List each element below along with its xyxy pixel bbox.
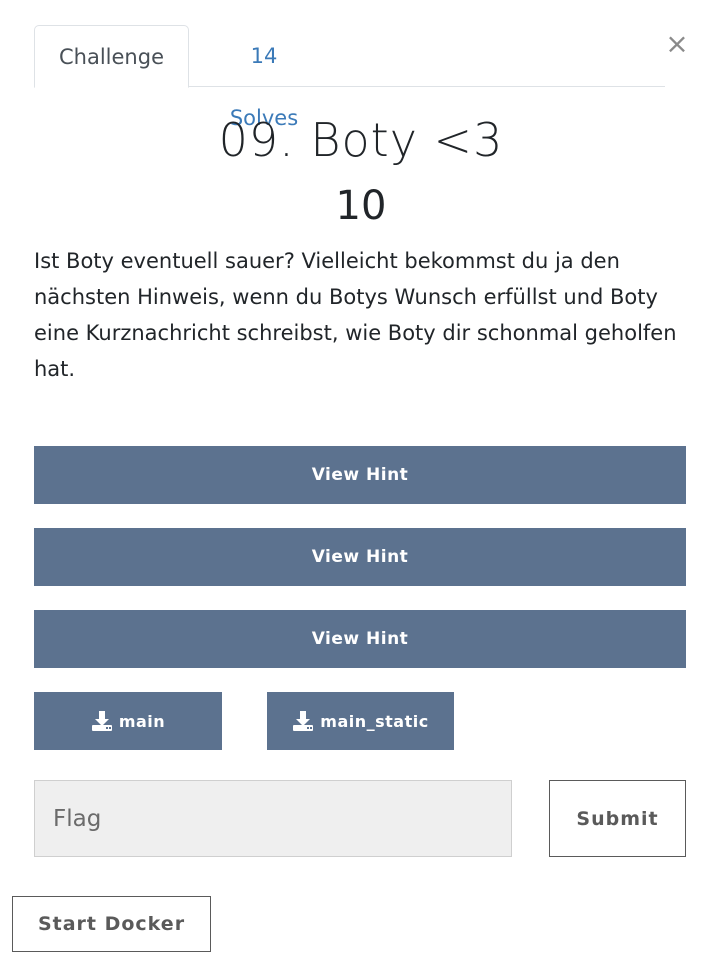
flag-input[interactable] (34, 780, 512, 857)
challenge-title: 09. Boty <3 (218, 113, 504, 167)
download-icon (293, 711, 314, 731)
file-label: main_static (320, 711, 429, 731)
submit-button[interactable]: Submit (549, 780, 686, 857)
view-hint-button-2[interactable]: View Hint (34, 528, 686, 586)
file-download-main[interactable]: main (34, 692, 222, 750)
challenge-modal: × Challenge 14 Solves 09. Boty <3 10 Ist… (0, 0, 709, 970)
tab-solves[interactable]: 14 Solves (214, 25, 314, 130)
view-hint-button-1[interactable]: View Hint (34, 446, 686, 504)
challenge-description: Ist Boty eventuell sauer? Vielleicht bek… (34, 249, 677, 381)
file-download-main-static[interactable]: main_static (267, 692, 454, 750)
challenge-value: 10 (335, 183, 387, 229)
close-icon[interactable]: × (664, 28, 690, 60)
tab-bar: Challenge 14 Solves (34, 25, 665, 130)
download-icon (91, 711, 112, 731)
view-hint-button-3[interactable]: View Hint (34, 610, 686, 668)
tab-challenge[interactable]: Challenge (34, 25, 189, 88)
file-label: main (118, 711, 166, 731)
start-docker-button[interactable]: Start Docker (12, 896, 211, 952)
